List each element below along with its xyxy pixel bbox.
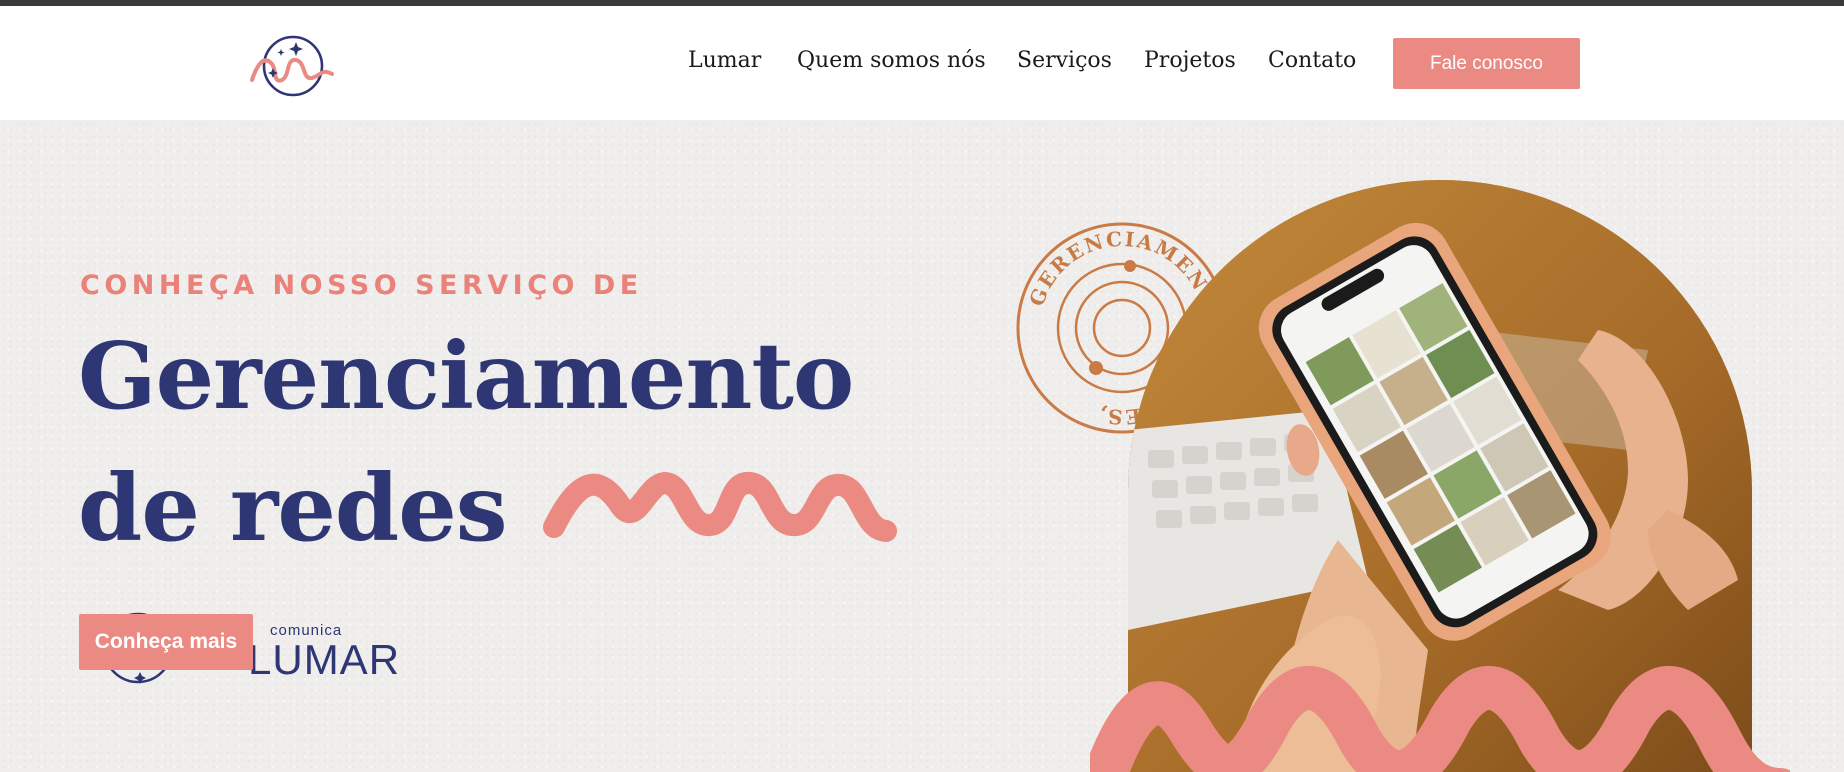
nav-servicos[interactable]: Serviços xyxy=(1017,48,1112,73)
coral-wave-icon xyxy=(1090,666,1790,772)
fale-conosco-button[interactable]: Fale conosco xyxy=(1393,38,1580,89)
brand-name: LUMAR xyxy=(248,636,401,683)
nav-projetos[interactable]: Projetos xyxy=(1144,48,1236,73)
lumar-logo-icon[interactable] xyxy=(248,28,334,104)
coral-squiggle-icon xyxy=(543,472,897,542)
hero-eyebrow: CONHEÇA NOSSO SERVIÇO DE xyxy=(80,270,643,301)
hero-section: CONHEÇA NOSSO SERVIÇO DE Gerenciamento d… xyxy=(0,120,1844,772)
site-header: Lumar Quem somos nós Serviços Projetos C… xyxy=(0,6,1844,120)
conheca-mais-button[interactable]: Conheça mais xyxy=(79,614,253,670)
nav-quem-somos-nos[interactable]: Quem somos nós xyxy=(797,48,986,73)
nav-lumar[interactable]: Lumar xyxy=(688,48,761,73)
nav-contato[interactable]: Contato xyxy=(1268,48,1356,73)
hero-headline-line1: Gerenciamento xyxy=(78,322,854,430)
